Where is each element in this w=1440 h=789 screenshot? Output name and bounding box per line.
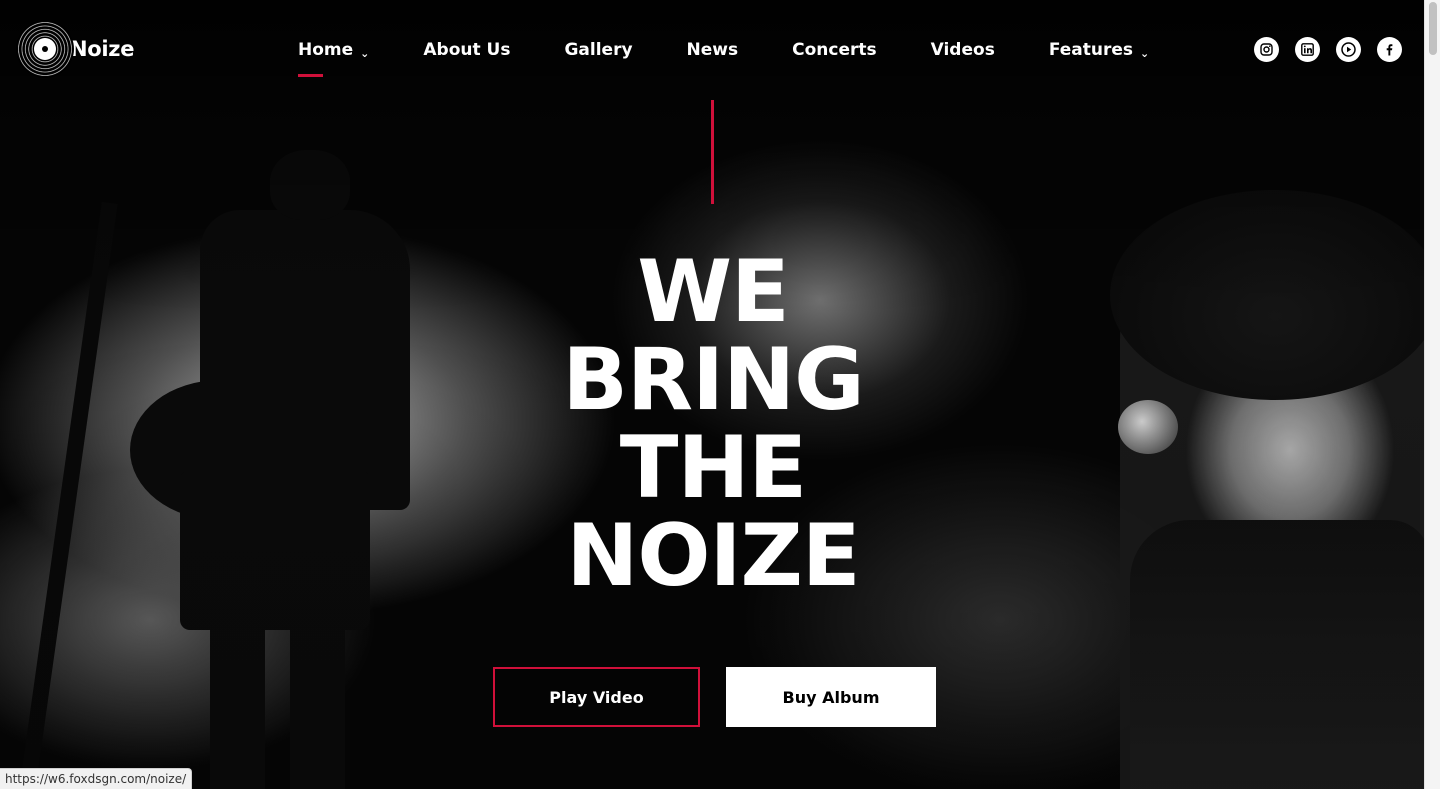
play-video-button[interactable]: Play Video — [493, 667, 700, 727]
social-links — [1254, 37, 1418, 62]
nav-item-label: About Us — [423, 40, 511, 60]
nav-item-label: Gallery — [564, 40, 633, 60]
youtube-icon[interactable] — [1336, 37, 1361, 62]
nav-item-gallery[interactable]: Gallery — [564, 40, 632, 60]
site-header: Noize Home ⌄ About Us Gallery News Conce… — [0, 0, 1424, 100]
buy-album-button[interactable]: Buy Album — [726, 667, 936, 727]
page: Noize Home ⌄ About Us Gallery News Conce… — [0, 0, 1440, 789]
nav-item-label: Home — [298, 40, 354, 60]
nav-item-features[interactable]: Features ⌄ — [1049, 40, 1149, 60]
scrollbar-thumb[interactable] — [1429, 2, 1437, 55]
logo[interactable]: Noize — [16, 19, 134, 79]
chevron-down-icon: ⌄ — [360, 46, 370, 60]
headline-line: BRING — [562, 330, 864, 430]
logo-text: Noize — [70, 37, 135, 61]
nav-item-about-us[interactable]: About Us — [423, 40, 510, 60]
nav-item-videos[interactable]: Videos — [931, 40, 995, 60]
nav-item-concerts[interactable]: Concerts — [792, 40, 877, 60]
nav-item-label: News — [686, 40, 739, 60]
nav-item-news[interactable]: News — [687, 40, 739, 60]
vertical-scrollbar[interactable] — [1424, 0, 1440, 789]
facebook-icon[interactable] — [1377, 37, 1402, 62]
headline-line: THE — [619, 418, 807, 518]
hero-headline: WE BRING THE NOIZE — [420, 248, 1006, 600]
chevron-down-icon: ⌄ — [1140, 46, 1150, 60]
status-bar-url: https://w6.foxdsgn.com/noize/ — [0, 768, 193, 789]
nav-item-label: Concerts — [792, 40, 877, 60]
nav-item-label: Features — [1048, 40, 1133, 60]
accent-divider-line — [711, 100, 714, 204]
headline-line: WE — [637, 242, 790, 342]
instagram-icon[interactable] — [1254, 37, 1279, 62]
nav-item-home[interactable]: Home ⌄ — [298, 40, 370, 77]
main-nav: Home ⌄ About Us Gallery News Concerts Vi… — [298, 36, 1203, 77]
nav-item-label: Videos — [930, 40, 995, 60]
headline-line: NOIZE — [566, 506, 860, 606]
vinyl-disc-icon — [16, 20, 74, 78]
linkedin-icon[interactable] — [1295, 37, 1320, 62]
